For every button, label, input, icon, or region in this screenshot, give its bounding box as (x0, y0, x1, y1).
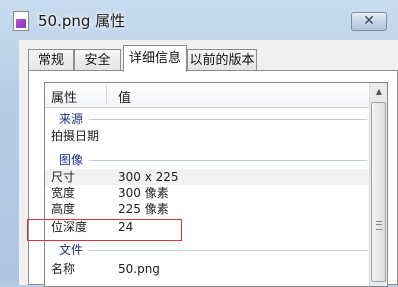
column-header: 属性 值 (45, 83, 369, 108)
row-height[interactable]: 高度 225 像素 (45, 201, 369, 217)
scroll-up-arrow-icon[interactable]: ▲ (370, 83, 387, 100)
details-panel: 属性 值 来源 拍摄日期 图像 尺寸 300 x 225 宽度 300 像素 高… (28, 70, 398, 287)
group-divider (89, 119, 367, 120)
row-key: 高度 (51, 202, 76, 216)
row-dimensions[interactable]: 尺寸 300 x 225 (45, 169, 369, 185)
properties-list[interactable]: 属性 值 来源 拍摄日期 图像 尺寸 300 x 225 宽度 300 像素 高… (44, 82, 388, 287)
row-value: 300 像素 (118, 186, 169, 200)
row-name[interactable]: 名称 50.png (45, 261, 369, 277)
tab-details[interactable]: 详细信息 (123, 45, 187, 72)
column-header-property[interactable]: 属性 (51, 87, 77, 106)
row-width[interactable]: 宽度 300 像素 (45, 185, 369, 201)
row-key: 尺寸 (51, 170, 76, 184)
row-value: 300 x 225 (118, 170, 179, 184)
vertical-scrollbar[interactable]: ▲ (369, 83, 387, 286)
group-divider (89, 160, 367, 161)
window-title: 50.png 属性 (38, 12, 126, 30)
row-value: 225 像素 (118, 202, 169, 216)
bit-depth-highlight-box (27, 219, 182, 241)
png-file-icon (13, 11, 29, 31)
properties-window: 50.png 属性 ✕ 常规 安全 详细信息 以前的版本 属性 值 来源 拍摄日… (0, 0, 398, 287)
column-header-value[interactable]: 值 (118, 87, 131, 106)
row-key: 宽度 (51, 186, 76, 200)
scroll-thumb[interactable] (371, 102, 386, 282)
column-divider[interactable] (106, 85, 107, 105)
row-key: 拍摄日期 (51, 129, 100, 143)
group-file[interactable]: 文件 (59, 241, 83, 257)
tab-general[interactable]: 常规 (28, 49, 74, 71)
row-date-taken[interactable]: 拍摄日期 (45, 128, 369, 144)
title-bar[interactable]: 50.png 属性 ✕ (0, 0, 398, 40)
row-value: 50.png (118, 262, 160, 276)
row-key: 名称 (51, 262, 76, 276)
tab-security[interactable]: 安全 (74, 49, 121, 71)
dialog-body: 常规 安全 详细信息 以前的版本 属性 值 来源 拍摄日期 图像 尺寸 300 … (19, 40, 398, 287)
tab-previous-versions[interactable]: 以前的版本 (187, 49, 257, 71)
group-divider (89, 250, 367, 251)
close-button[interactable]: ✕ (351, 12, 387, 31)
group-source[interactable]: 来源 (59, 110, 83, 126)
group-image[interactable]: 图像 (59, 151, 83, 167)
grip-icon (376, 221, 382, 230)
